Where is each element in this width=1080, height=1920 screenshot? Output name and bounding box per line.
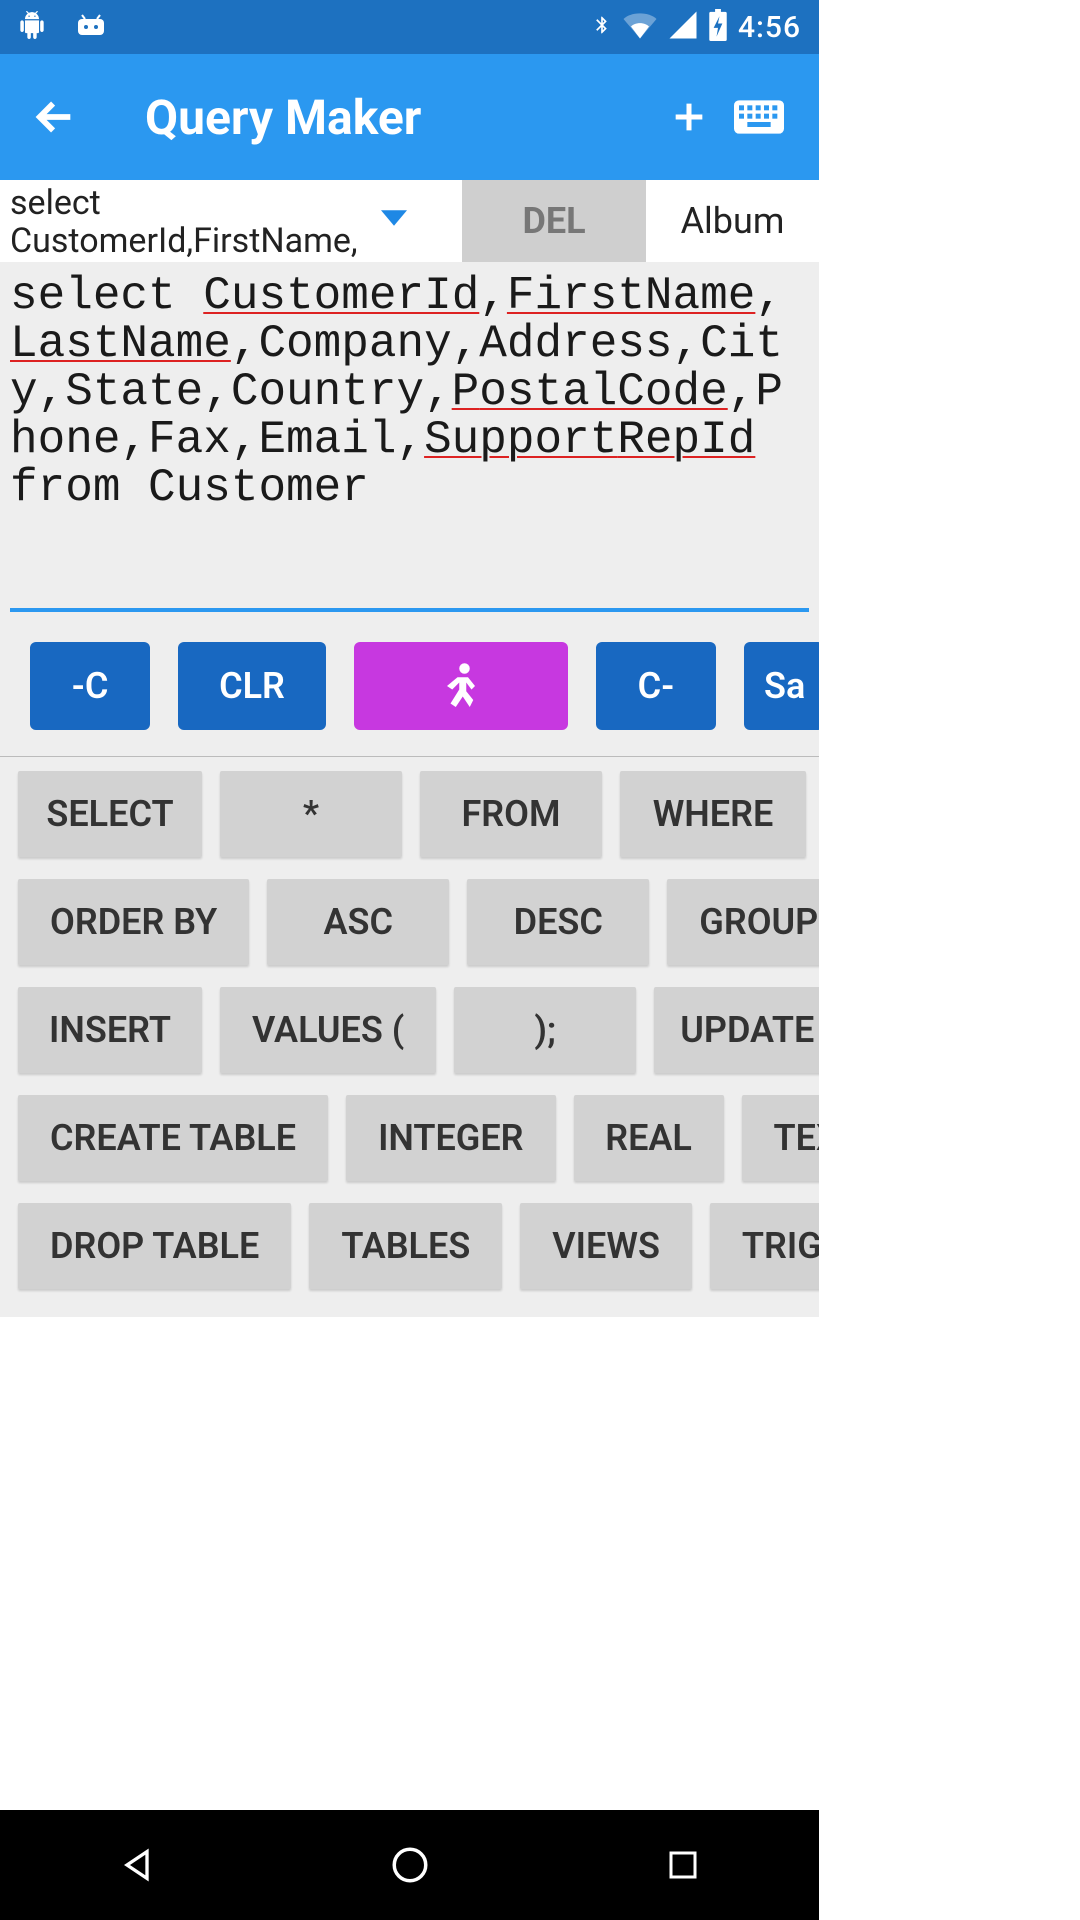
delete-query-button[interactable]: DEL [462,180,646,262]
kw-star[interactable]: * [220,771,402,857]
kw-desc[interactable]: DESC [467,879,649,965]
kw-views[interactable]: VIEWS [520,1203,692,1289]
kw-groupby[interactable]: GROUP BY [667,879,819,965]
run-query-button[interactable] [354,642,568,730]
android-icon [18,10,46,44]
keyword-pad: SELECT * FROM WHERE ORDER BY ASC DESC GR… [0,757,819,1317]
action-row: -C CLR C- Sa [0,612,819,757]
battery-charging-icon [708,9,728,45]
cursor-right-button[interactable]: C- [596,642,716,730]
bluetooth-icon [592,9,612,45]
kw-orderby[interactable]: ORDER BY [18,879,249,965]
kw-droptable[interactable]: DROP TABLE [18,1203,291,1289]
kw-createtable[interactable]: CREATE TABLE [18,1095,328,1181]
add-button[interactable] [654,97,724,137]
sql-editor[interactable]: select CustomerId,FirstName,LastName,Com… [10,272,809,612]
kw-text[interactable]: TEXT [742,1095,819,1181]
table-dropdown[interactable]: Album [646,180,819,262]
kw-from[interactable]: FROM [420,771,602,857]
cell-signal-icon [668,10,698,44]
app-bar: Query Maker [0,54,819,180]
kw-asc[interactable]: ASC [267,879,449,965]
nav-home-button[interactable] [385,1840,435,1890]
nav-recent-button[interactable] [658,1840,708,1890]
kw-triggers[interactable]: TRIGGERS [710,1203,819,1289]
kw-values[interactable]: VALUES ( [220,987,436,1073]
kw-closeparen[interactable]: ); [454,987,636,1073]
wifi-icon [622,10,658,44]
nav-back-button[interactable] [112,1840,162,1890]
query-top-row: select CustomerId,FirstName, DEL Album [0,180,819,262]
kw-insert[interactable]: INSERT [18,987,202,1073]
back-button[interactable] [25,94,85,140]
kw-update[interactable]: UPDATE [654,987,819,1073]
keyboard-button[interactable] [724,99,794,135]
kw-integer[interactable]: INTEGER [346,1095,555,1181]
table-dropdown-label: Album [681,200,785,242]
kw-tables[interactable]: TABLES [309,1203,502,1289]
status-time: 4:56 [738,10,801,45]
dropdown-caret-icon [381,210,407,230]
kw-real[interactable]: REAL [574,1095,724,1181]
android-nav-bar [0,1810,819,1920]
debug-icon [76,13,106,41]
cursor-left-button[interactable]: -C [30,642,150,730]
status-bar: 4:56 [0,0,819,54]
clear-button[interactable]: CLR [178,642,326,730]
save-button[interactable]: Sa [744,642,819,730]
app-title: Query Maker [145,89,421,146]
editor-container: select CustomerId,FirstName,LastName,Com… [0,262,819,612]
run-icon [440,661,482,711]
saved-query-dropdown[interactable]: select CustomerId,FirstName, [0,180,462,262]
kw-where[interactable]: WHERE [620,771,806,857]
kw-select[interactable]: SELECT [18,771,202,857]
